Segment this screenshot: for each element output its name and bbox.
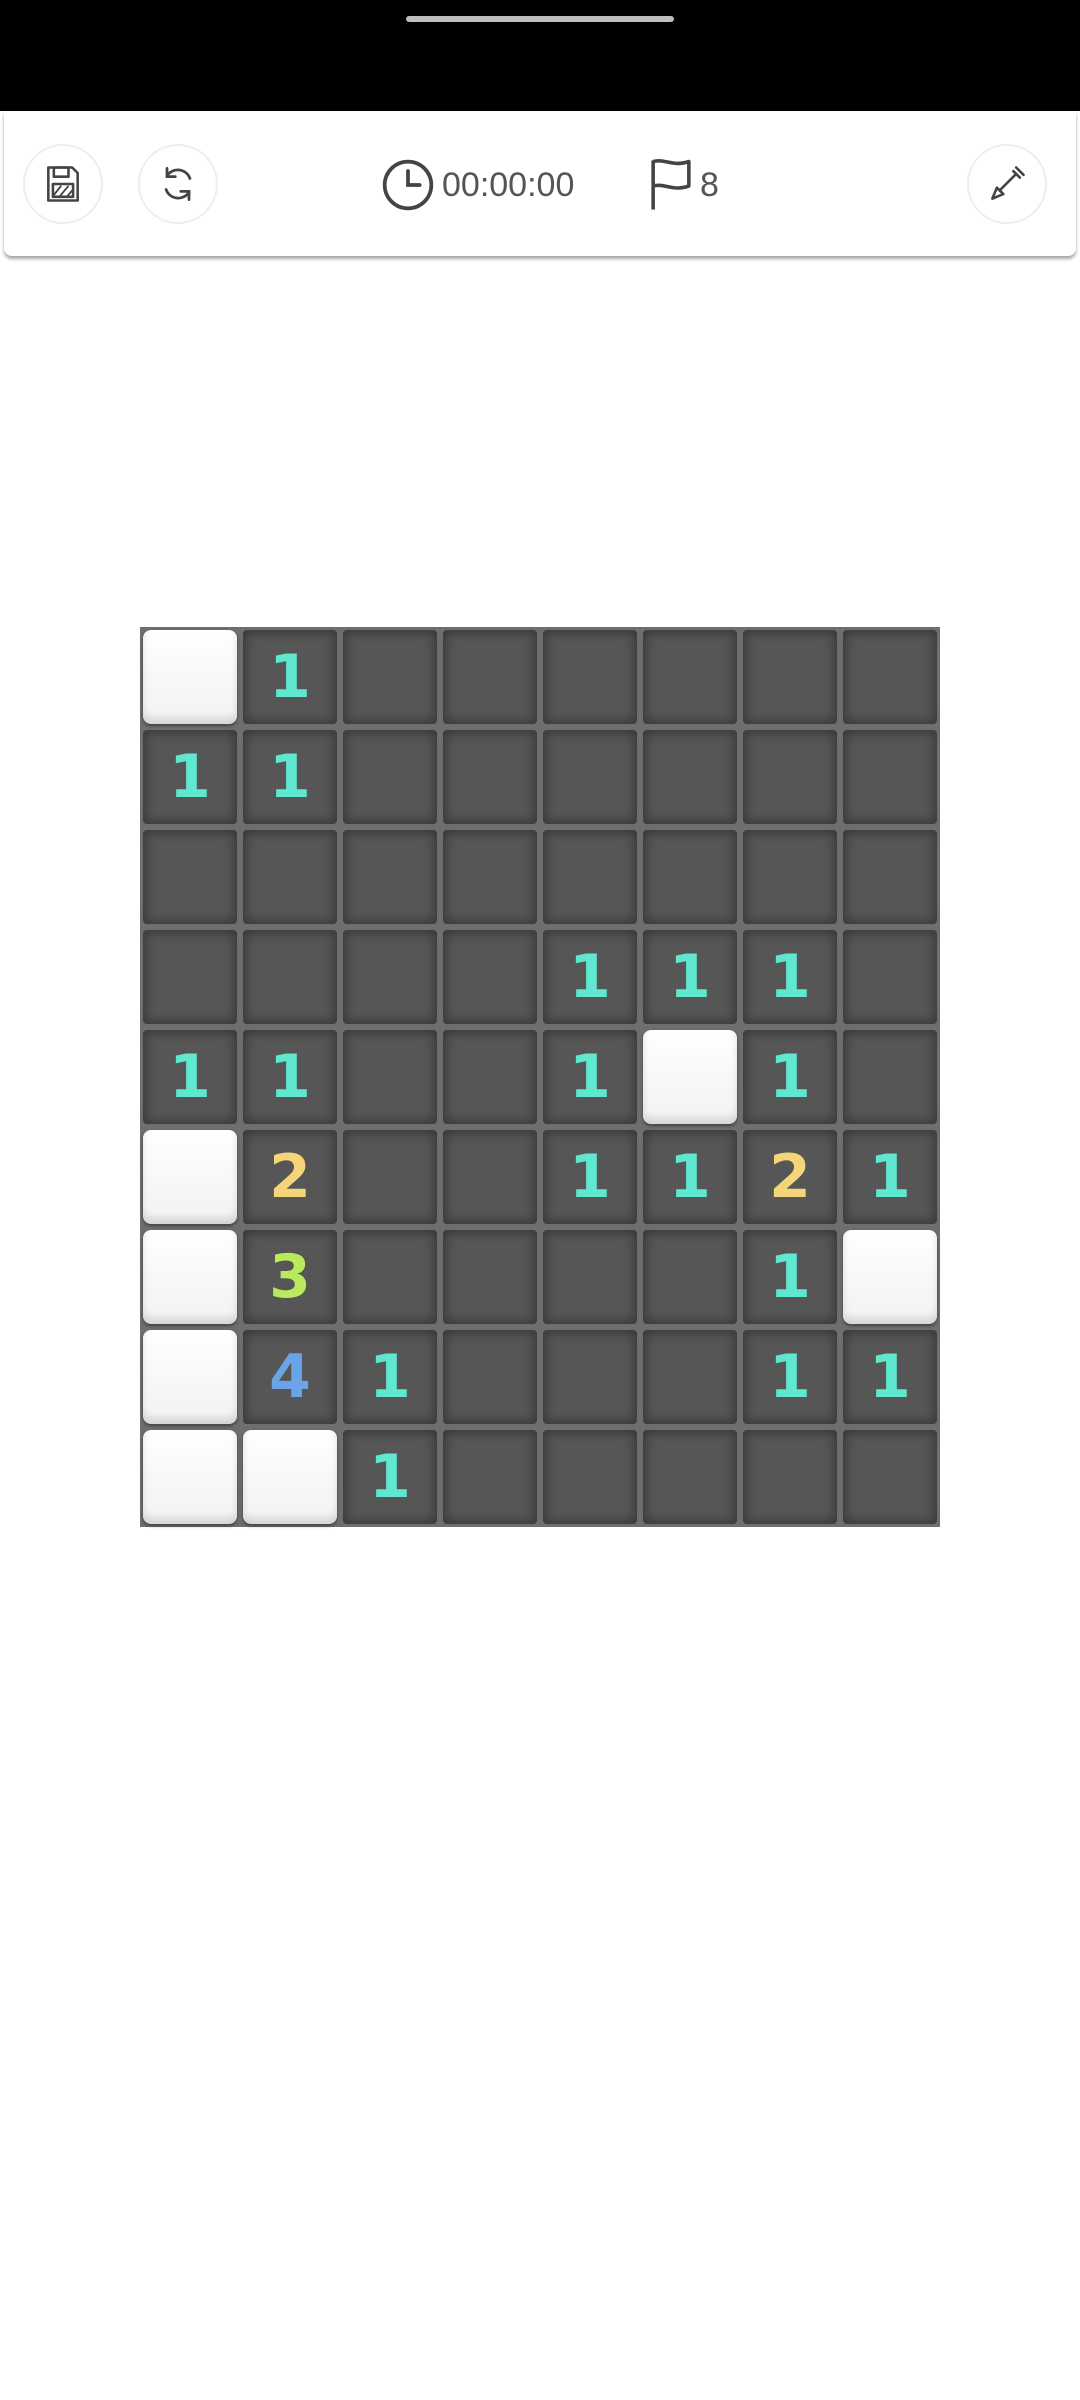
unrevealed-cell[interactable] [643,1030,737,1124]
timer-value: 00:00:00 [442,165,575,204]
unrevealed-cell[interactable] [243,1430,337,1524]
number-cell[interactable]: 2 [743,1130,837,1224]
empty-cell[interactable] [543,1430,637,1524]
empty-cell[interactable] [543,730,637,824]
empty-cell[interactable] [843,730,937,824]
number-cell[interactable]: 1 [143,730,237,824]
minefield-board: 1111111111211213141111 [140,627,940,1527]
unrevealed-cell[interactable] [143,630,237,724]
number-cell[interactable]: 1 [343,1330,437,1424]
empty-cell[interactable] [443,830,537,924]
clock-icon [382,159,434,211]
empty-cell[interactable] [443,1430,537,1524]
number-cell[interactable]: 1 [543,1030,637,1124]
empty-cell[interactable] [643,830,737,924]
flag-counter: 8 [644,155,719,215]
number-cell[interactable]: 1 [743,1230,837,1324]
empty-cell[interactable] [743,830,837,924]
empty-cell[interactable] [843,1430,937,1524]
empty-cell[interactable] [543,630,637,724]
empty-cell[interactable] [343,830,437,924]
empty-cell[interactable] [843,1030,937,1124]
empty-cell[interactable] [343,730,437,824]
empty-cell[interactable] [343,1130,437,1224]
number-cell[interactable]: 1 [343,1430,437,1524]
empty-cell[interactable] [143,930,237,1024]
refresh-icon [164,167,192,201]
number-cell[interactable]: 1 [243,630,337,724]
empty-cell[interactable] [343,1030,437,1124]
unrevealed-cell[interactable] [143,1230,237,1324]
empty-cell[interactable] [443,630,537,724]
empty-cell[interactable] [743,730,837,824]
empty-cell[interactable] [743,630,837,724]
dig-tool-button[interactable] [967,144,1047,224]
empty-cell[interactable] [843,930,937,1024]
number-cell[interactable]: 1 [743,1330,837,1424]
empty-cell[interactable] [443,1130,537,1224]
status-bar [0,0,1080,111]
empty-cell[interactable] [443,1030,537,1124]
number-cell[interactable]: 2 [243,1130,337,1224]
empty-cell[interactable] [543,1230,637,1324]
empty-cell[interactable] [143,830,237,924]
flag-count: 8 [700,165,719,204]
number-cell[interactable]: 1 [643,930,737,1024]
empty-cell[interactable] [343,630,437,724]
empty-cell[interactable] [643,1330,737,1424]
number-cell[interactable]: 1 [643,1130,737,1224]
save-button[interactable] [23,144,103,224]
unrevealed-cell[interactable] [143,1130,237,1224]
number-cell[interactable]: 1 [243,730,337,824]
empty-cell[interactable] [443,730,537,824]
empty-cell[interactable] [243,930,337,1024]
restart-button[interactable] [138,144,218,224]
empty-cell[interactable] [843,830,937,924]
number-cell[interactable]: 1 [243,1030,337,1124]
floppy-disk-icon [47,166,79,202]
number-cell[interactable]: 4 [243,1330,337,1424]
number-cell[interactable]: 1 [143,1030,237,1124]
toolbar: 00:00:00 8 [4,111,1076,256]
empty-cell[interactable] [243,830,337,924]
empty-cell[interactable] [643,630,737,724]
empty-cell[interactable] [443,930,537,1024]
gesture-pill [406,16,674,22]
timer: 00:00:00 [380,155,574,215]
number-cell[interactable]: 3 [243,1230,337,1324]
shovel-icon [991,166,1025,200]
unrevealed-cell[interactable] [843,1230,937,1324]
empty-cell[interactable] [443,1330,537,1424]
number-cell[interactable]: 1 [843,1330,937,1424]
empty-cell[interactable] [443,1230,537,1324]
empty-cell[interactable] [543,1330,637,1424]
number-cell[interactable]: 1 [743,1030,837,1124]
empty-cell[interactable] [643,730,737,824]
number-cell[interactable]: 1 [843,1130,937,1224]
empty-cell[interactable] [643,1430,737,1524]
empty-cell[interactable] [343,930,437,1024]
flag-icon [651,159,691,210]
unrevealed-cell[interactable] [143,1430,237,1524]
empty-cell[interactable] [343,1230,437,1324]
empty-cell[interactable] [643,1230,737,1324]
number-cell[interactable]: 1 [543,930,637,1024]
empty-cell[interactable] [543,830,637,924]
number-cell[interactable]: 1 [743,930,837,1024]
unrevealed-cell[interactable] [143,1330,237,1424]
empty-cell[interactable] [743,1430,837,1524]
number-cell[interactable]: 1 [543,1130,637,1224]
empty-cell[interactable] [843,630,937,724]
